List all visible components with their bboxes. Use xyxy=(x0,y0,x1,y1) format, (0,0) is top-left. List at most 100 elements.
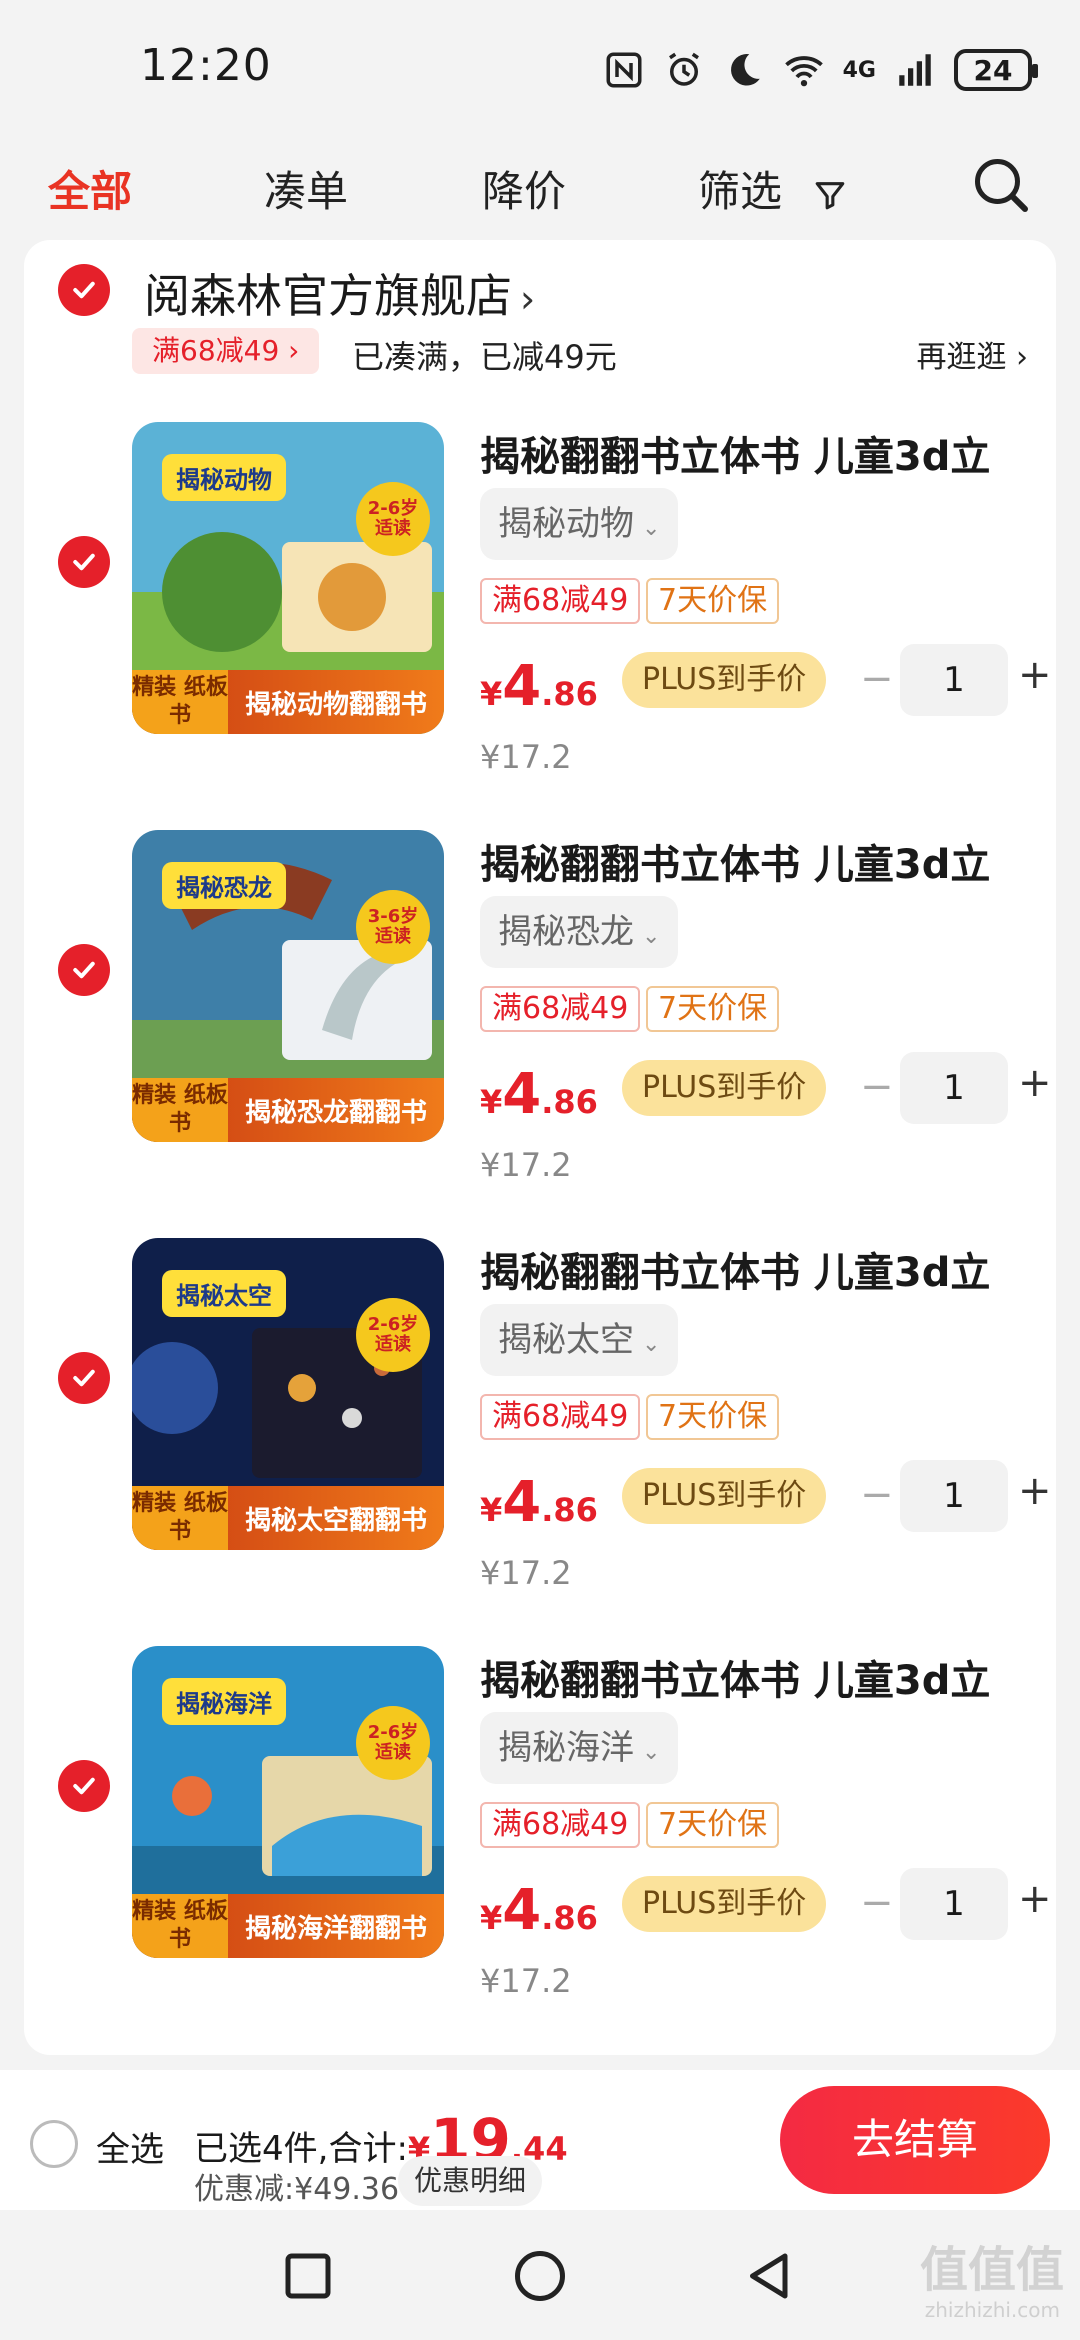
decrease-button[interactable]: − xyxy=(860,1880,894,1926)
cart-item: 揭秘太空 2-6岁 适读 精装 纸板书 揭秘太空翻翻书 揭秘翻翻书立体书 儿童3… xyxy=(24,1218,1056,1626)
tab-filter-label: 筛选 xyxy=(698,167,783,216)
price-decimal: .86 xyxy=(541,1899,598,1937)
product-banner: 精装 纸板书 揭秘恐龙翻翻书 xyxy=(132,1078,444,1142)
filter-icon xyxy=(816,181,845,209)
product-age-sticker: 2-6岁 适读 xyxy=(356,482,430,556)
price-currency: ¥ xyxy=(480,675,503,713)
cart-item: 揭秘动物 2-6岁 适读 精装 纸板书 揭秘动物翻翻书 揭秘翻翻书立体书 儿童3… xyxy=(24,402,1056,810)
price-protect-tag: 7天价保 xyxy=(646,1802,780,1848)
back-icon[interactable] xyxy=(740,2246,800,2306)
product-banner-text: 揭秘恐龙翻翻书 xyxy=(244,1097,427,1128)
product-image-title: 揭秘太空 xyxy=(162,1270,286,1317)
price-currency: ¥ xyxy=(480,1083,503,1121)
product-image[interactable]: 揭秘太空 2-6岁 适读 精装 纸板书 揭秘太空翻翻书 xyxy=(132,1238,444,1550)
item-checkbox[interactable] xyxy=(58,536,110,588)
quantity-field[interactable]: 1 xyxy=(900,1868,1008,1940)
item-checkbox[interactable] xyxy=(58,1760,110,1812)
watermark-url: zhizhizhi.com xyxy=(924,2298,1060,2322)
spec-label: 揭秘恐龙 xyxy=(498,912,634,952)
product-banner-text: 揭秘海洋翻翻书 xyxy=(244,1913,427,1944)
increase-button[interactable]: + xyxy=(1018,1876,1052,1922)
product-age-sticker: 2-6岁 适读 xyxy=(356,1706,430,1780)
price-decimal: .86 xyxy=(541,1083,598,1121)
price: ¥4.86 xyxy=(480,654,598,719)
chevron-down-icon: ⌄ xyxy=(642,1740,661,1765)
original-price: ¥17.2 xyxy=(480,738,572,776)
decrease-button[interactable]: − xyxy=(860,656,894,702)
network-label: 4G xyxy=(842,57,876,83)
plus-price-badge: PLUS到手价 xyxy=(622,652,827,708)
product-banner: 精装 纸板书 揭秘动物翻翻书 xyxy=(132,670,444,734)
spec-selector[interactable]: 揭秘动物 ⌄ xyxy=(480,488,679,560)
price-integer: 4 xyxy=(502,654,542,719)
select-all-label[interactable]: 全选 xyxy=(96,2122,164,2171)
decrease-button[interactable]: − xyxy=(860,1064,894,1110)
check-icon xyxy=(73,1777,95,1795)
price: ¥4.86 xyxy=(480,1470,598,1535)
cart-item: 揭秘海洋 2-6岁 适读 精装 纸板书 揭秘海洋翻翻书 揭秘翻翻书立体书 儿童3… xyxy=(24,1626,1056,2034)
check-icon xyxy=(73,1369,95,1387)
product-image-title: 揭秘动物 xyxy=(162,454,286,501)
product-image[interactable]: 揭秘海洋 2-6岁 适读 精装 纸板书 揭秘海洋翻翻书 xyxy=(132,1646,444,1958)
price-protect-tag: 7天价保 xyxy=(646,1394,780,1440)
spec-label: 揭秘动物 xyxy=(498,504,634,544)
product-title[interactable]: 揭秘翻翻书立体书 儿童3d立 xyxy=(480,424,1040,482)
product-banner: 精装 纸板书 揭秘太空翻翻书 xyxy=(132,1486,444,1550)
discount-tag: 满68减49 xyxy=(480,1394,641,1440)
tab-all[interactable]: 全部 xyxy=(48,158,132,219)
discount-tag: 满68减49 xyxy=(480,1802,641,1848)
shop-name[interactable]: 阅森林官方旗舰店 › xyxy=(144,260,535,326)
increase-button[interactable]: + xyxy=(1018,1060,1052,1106)
increase-button[interactable]: + xyxy=(1018,1468,1052,1514)
tab-price-drop[interactable]: 降价 xyxy=(482,158,566,219)
battery-icon: 24 xyxy=(954,49,1038,91)
product-image[interactable]: 揭秘恐龙 3-6岁 适读 精装 纸板书 揭秘恐龙翻翻书 xyxy=(132,830,444,1142)
product-image[interactable]: 揭秘动物 2-6岁 适读 精装 纸板书 揭秘动物翻翻书 xyxy=(132,422,444,734)
cart-tabs: 全部 凑单 降价 筛选 xyxy=(0,140,1080,250)
moon-icon xyxy=(730,54,760,86)
browse-more-link[interactable]: 再逛逛 › xyxy=(916,332,1028,376)
spec-selector[interactable]: 揭秘海洋 ⌄ xyxy=(480,1712,679,1784)
decrease-button[interactable]: − xyxy=(860,1472,894,1518)
chevron-down-icon: ⌄ xyxy=(642,924,661,949)
product-image-title: 揭秘恐龙 xyxy=(162,862,286,909)
price-currency: ¥ xyxy=(480,1899,503,1937)
product-title[interactable]: 揭秘翻翻书立体书 儿童3d立 xyxy=(480,1648,1040,1706)
increase-button[interactable]: + xyxy=(1018,652,1052,698)
item-checkbox[interactable] xyxy=(58,1352,110,1404)
spec-selector[interactable]: 揭秘太空 ⌄ xyxy=(480,1304,679,1376)
product-banner-text: 揭秘动物翻翻书 xyxy=(244,689,427,720)
shop-cart-card: 阅森林官方旗舰店 › 满68减49 › 已凑满，已减49元 再逛逛 › 揭秘动物 … xyxy=(24,240,1056,2055)
promo-tag[interactable]: 满68减49 › xyxy=(132,328,320,374)
shop-checkbox[interactable] xyxy=(58,264,110,316)
product-age-sticker: 2-6岁 适读 xyxy=(356,1298,430,1372)
signal-icon xyxy=(899,54,931,86)
tab-bundle[interactable]: 凑单 xyxy=(264,158,348,219)
price-decimal: .86 xyxy=(541,675,598,713)
quantity-field[interactable]: 1 xyxy=(900,1052,1008,1124)
item-checkbox[interactable] xyxy=(58,944,110,996)
search-icon[interactable] xyxy=(970,154,1030,214)
recents-icon[interactable] xyxy=(278,2246,338,2306)
price: ¥4.86 xyxy=(480,1878,598,1943)
product-title[interactable]: 揭秘翻翻书立体书 儿童3d立 xyxy=(480,1240,1040,1298)
quantity-field[interactable]: 1 xyxy=(900,644,1008,716)
status-bar: 12:20 4G 24 xyxy=(0,0,1080,130)
product-badge: 精装 纸板书 xyxy=(132,670,228,734)
home-icon[interactable] xyxy=(510,2246,570,2306)
discount-amount: 优惠减:¥49.36 xyxy=(194,2172,400,2207)
spec-selector[interactable]: 揭秘恐龙 ⌄ xyxy=(480,896,679,968)
tab-filter[interactable]: 筛选 xyxy=(698,158,847,219)
checkout-button[interactable]: 去结算 xyxy=(780,2086,1050,2194)
shop-name-text: 阅森林官方旗舰店 xyxy=(144,269,512,323)
check-icon xyxy=(73,553,95,571)
chevron-right-icon: › xyxy=(520,277,536,321)
price-protect-tag: 7天价保 xyxy=(646,986,780,1032)
select-all-checkbox[interactable] xyxy=(30,2120,78,2168)
product-title[interactable]: 揭秘翻翻书立体书 儿童3d立 xyxy=(480,832,1040,890)
discount-detail-button[interactable]: 优惠明细 xyxy=(398,2156,543,2206)
quantity-field[interactable]: 1 xyxy=(900,1460,1008,1532)
discount-tag: 满68减49 xyxy=(480,986,641,1032)
original-price: ¥17.2 xyxy=(480,1962,572,2000)
promo-row: 满68减49 › 已凑满，已减49元 再逛逛 › xyxy=(132,328,1052,376)
